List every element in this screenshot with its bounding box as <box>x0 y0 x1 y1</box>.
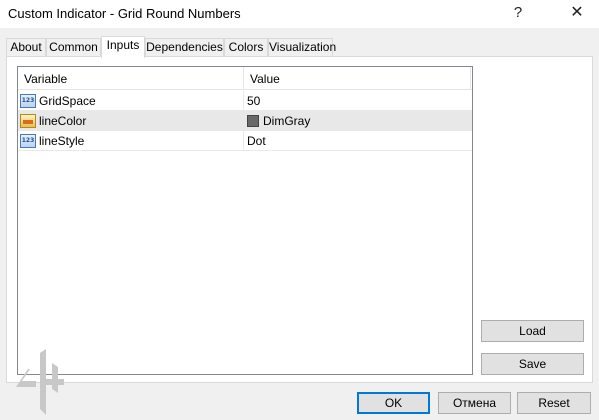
color-param-icon <box>20 114 36 128</box>
save-button[interactable]: Save <box>481 353 584 375</box>
numeric-param-icon: 123 <box>20 94 36 108</box>
column-divider[interactable] <box>243 67 244 90</box>
row-value[interactable]: 50 <box>247 94 260 108</box>
inputs-table: Variable Value 123 GridSpace 50 lineColo… <box>17 66 473 375</box>
column-divider <box>243 111 244 131</box>
ok-button[interactable]: OK <box>357 392 430 414</box>
column-header-variable[interactable]: Variable <box>24 72 67 86</box>
table-row[interactable]: 123 lineStyle Dot <box>18 131 472 151</box>
row-value[interactable]: Dot <box>247 134 266 148</box>
load-button[interactable]: Load <box>481 320 584 342</box>
tab-common[interactable]: Common <box>46 38 101 57</box>
title-bar: Custom Indicator - Grid Round Numbers ? … <box>0 0 599 28</box>
tab-about[interactable]: About <box>6 38 46 57</box>
watermark-logo-icon <box>16 349 64 415</box>
numeric-param-icon: 123 <box>20 134 36 148</box>
color-swatch[interactable] <box>247 115 259 127</box>
cancel-button[interactable]: Отмена <box>438 392 511 414</box>
table-row[interactable]: lineColor DimGray <box>18 111 472 131</box>
column-divider[interactable] <box>470 67 471 90</box>
window-title: Custom Indicator - Grid Round Numbers <box>8 6 241 21</box>
tab-inputs[interactable]: Inputs <box>101 36 145 58</box>
reset-button[interactable]: Reset <box>517 392 591 414</box>
close-button[interactable]: ✕ <box>566 3 588 23</box>
table-header: Variable Value <box>18 67 472 90</box>
row-variable: lineStyle <box>39 134 85 148</box>
row-variable: lineColor <box>39 114 87 128</box>
tab-dependencies[interactable]: Dependencies <box>145 38 224 57</box>
column-header-value[interactable]: Value <box>250 72 280 86</box>
row-variable: GridSpace <box>39 94 96 108</box>
help-button[interactable]: ? <box>507 3 529 23</box>
column-divider <box>243 131 244 151</box>
row-value[interactable]: DimGray <box>263 114 310 128</box>
table-row[interactable]: 123 GridSpace 50 <box>18 91 472 111</box>
tab-colors[interactable]: Colors <box>224 38 268 57</box>
column-divider <box>243 91 244 111</box>
tab-visualization[interactable]: Visualization <box>268 38 336 57</box>
